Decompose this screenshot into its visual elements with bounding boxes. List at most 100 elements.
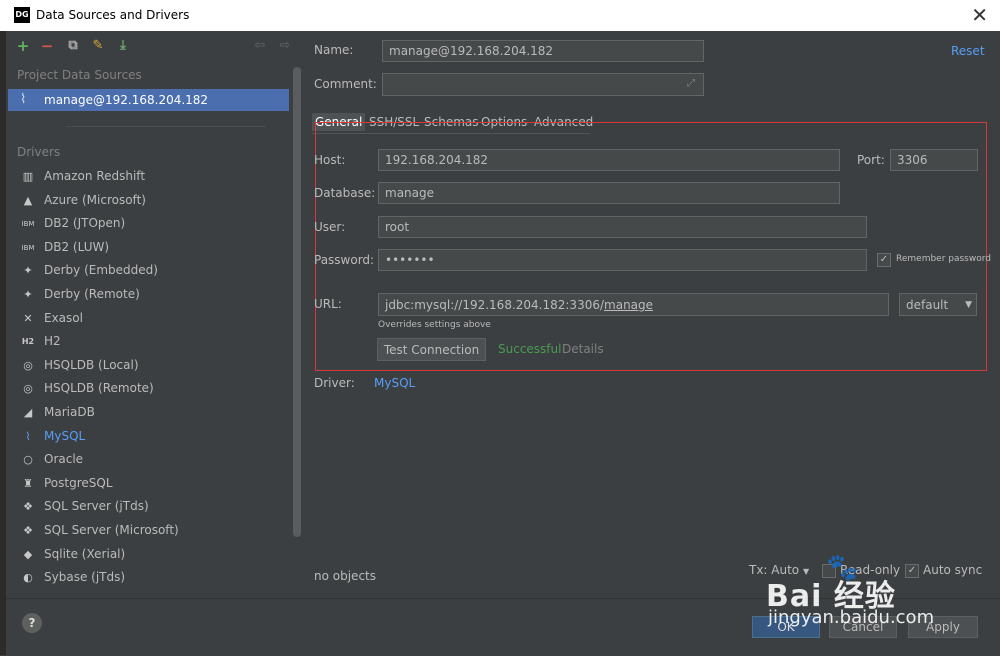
exasol-x-icon: ✕ [23, 311, 33, 325]
url-prefix: jdbc:mysql://192.168.204.182:3306/ [385, 298, 605, 312]
test-connection-button[interactable]: Test Connection [377, 338, 486, 361]
comment-input[interactable] [382, 73, 704, 96]
chevron-down-icon: ▼ [802, 567, 810, 576]
read-only-label: Read-only [840, 563, 901, 577]
url-mode-value: default [906, 298, 949, 312]
postgresql-elephant-icon: ♜ [23, 476, 33, 490]
driver-label: DB2 (JTOpen) [44, 216, 126, 231]
cancel-button[interactable]: Cancel [829, 616, 897, 638]
driver-item-mysql[interactable]: ⌇ MySQL [6, 425, 289, 449]
driver-label: SQL Server (jTds) [44, 499, 149, 514]
expand-icon[interactable]: ⤢ [687, 78, 695, 89]
driver-label: SQL Server (Microsoft) [44, 522, 179, 537]
mariadb-seal-icon: ◢ [23, 405, 33, 419]
back-arrow-icon[interactable]: ⇦ [251, 37, 269, 55]
driver-item[interactable]: ◎ HSQLDB (Remote) [6, 377, 289, 401]
driver-item[interactable]: IBM DB2 (LUW) [6, 236, 289, 260]
driver-item[interactable]: ○ Oracle [6, 448, 289, 472]
name-input[interactable]: manage@192.168.204.182 [382, 40, 704, 62]
forward-arrow-icon[interactable]: ⇨ [276, 37, 294, 55]
url-input[interactable]: jdbc:mysql://192.168.204.182:3306/manage [378, 293, 889, 316]
password-label: Password: [314, 253, 375, 267]
oracle-icon: ○ [23, 453, 33, 467]
remove-icon[interactable]: − [38, 37, 56, 55]
reset-link[interactable]: Reset [951, 44, 985, 58]
driver-label: Azure (Microsoft) [44, 192, 146, 207]
sidebar: + − ⧉ ✎ ⤓ ⇦ ⇨ Project Data Sources ⌇ man… [6, 31, 302, 598]
url-label: URL: [314, 297, 342, 311]
user-label: User: [314, 220, 346, 234]
project-data-sources-label: Project Data Sources [17, 68, 142, 82]
section-divider [66, 126, 266, 127]
driver-label: Driver: [314, 376, 355, 390]
database-label: Database: [314, 186, 376, 200]
overrides-note: Overrides settings above [378, 320, 491, 330]
details-link[interactable]: Details [562, 342, 604, 356]
driver-label: HSQLDB (Remote) [44, 381, 154, 396]
remember-password-label: Remember password [896, 254, 991, 264]
driver-label: Oracle [44, 452, 84, 467]
ibm-db2-icon: IBM [21, 243, 35, 252]
password-input[interactable]: ••••••• [378, 249, 867, 271]
host-input[interactable]: 192.168.204.182 [378, 149, 840, 171]
edit-properties-icon[interactable]: ✎ [89, 37, 107, 55]
redshift-icon: ▥ [22, 170, 34, 183]
driver-label: PostgreSQL [44, 475, 113, 490]
driver-item[interactable]: ◐ Sybase (jTds) [6, 566, 289, 590]
sql-server-icon: ❖ [23, 500, 33, 514]
database-input[interactable]: manage [378, 182, 840, 204]
help-icon[interactable]: ? [22, 613, 42, 633]
driver-item[interactable]: ✕ Exasol [6, 307, 289, 331]
driver-item[interactable]: ▥ Amazon Redshift [6, 165, 289, 189]
driver-item[interactable]: ◢ MariaDB [6, 401, 289, 425]
dialog-footer: ? OK Cancel Apply [6, 598, 1000, 656]
import-icon[interactable]: ⤓ [114, 37, 132, 55]
ok-button[interactable]: OK [752, 616, 820, 638]
sql-server-icon: ❖ [23, 523, 33, 537]
apply-button[interactable]: Apply [908, 616, 978, 638]
driver-label: Exasol [44, 310, 83, 325]
driver-label: Derby (Embedded) [44, 263, 158, 278]
connection-status: Successful [498, 342, 562, 356]
derby-hat-icon: ✦ [23, 287, 33, 301]
objects-status: no objects [314, 569, 376, 583]
details-panel: Name: manage@192.168.204.182 Reset Comme… [302, 31, 1000, 598]
close-icon[interactable]: ✕ [971, 3, 988, 27]
driver-item[interactable]: ✦ Derby (Remote) [6, 283, 289, 307]
title-bar: DG Data Sources and Drivers ✕ [0, 0, 1000, 32]
duplicate-icon[interactable]: ⧉ [64, 37, 82, 55]
driver-item[interactable]: H2 H2 [6, 330, 289, 354]
remember-password-checkbox[interactable]: ✓ [877, 253, 891, 267]
auto-sync-label: Auto sync [923, 563, 983, 577]
driver-label: MariaDB [44, 404, 95, 419]
sidebar-scrollbar[interactable] [293, 67, 301, 537]
data-source-item[interactable]: ⌇ manage@192.168.204.182 [8, 89, 289, 111]
driver-item[interactable]: ◆ Sqlite (Xerial) [6, 543, 289, 567]
driver-item[interactable]: ❖ SQL Server (jTds) [6, 495, 289, 519]
transaction-mode-dropdown[interactable]: Tx: Auto ▼ [749, 563, 809, 577]
hsqldb-icon: ◎ [23, 358, 33, 372]
driver-item[interactable]: ◎ HSQLDB (Local) [6, 354, 289, 378]
driver-label: MySQL [44, 428, 86, 443]
port-input[interactable]: 3306 [890, 149, 978, 171]
app-icon: DG [14, 7, 30, 23]
ibm-db2-icon: IBM [21, 220, 35, 229]
auto-sync-checkbox[interactable]: ✓ [905, 564, 919, 578]
sybase-icon: ◐ [23, 571, 33, 585]
read-only-checkbox[interactable] [822, 564, 836, 578]
driver-label: Derby (Remote) [44, 286, 140, 301]
driver-item[interactable]: ▲ Azure (Microsoft) [6, 189, 289, 213]
url-mode-select[interactable]: default ▼ [899, 293, 977, 316]
data-source-label: manage@192.168.204.182 [44, 93, 209, 107]
driver-item[interactable]: ♜ PostgreSQL [6, 472, 289, 496]
driver-item[interactable]: IBM DB2 (JTOpen) [6, 212, 289, 236]
driver-item[interactable]: ✦ Derby (Embedded) [6, 259, 289, 283]
driver-label: DB2 (LUW) [44, 239, 110, 254]
driver-link[interactable]: MySQL [374, 376, 415, 390]
driver-label: Amazon Redshift [44, 169, 146, 183]
driver-item[interactable]: ❖ SQL Server (Microsoft) [6, 519, 289, 543]
user-input[interactable]: root [378, 216, 867, 238]
hsqldb-icon: ◎ [23, 382, 33, 396]
add-icon[interactable]: + [14, 37, 32, 55]
driver-label: HSQLDB (Local) [44, 357, 139, 372]
